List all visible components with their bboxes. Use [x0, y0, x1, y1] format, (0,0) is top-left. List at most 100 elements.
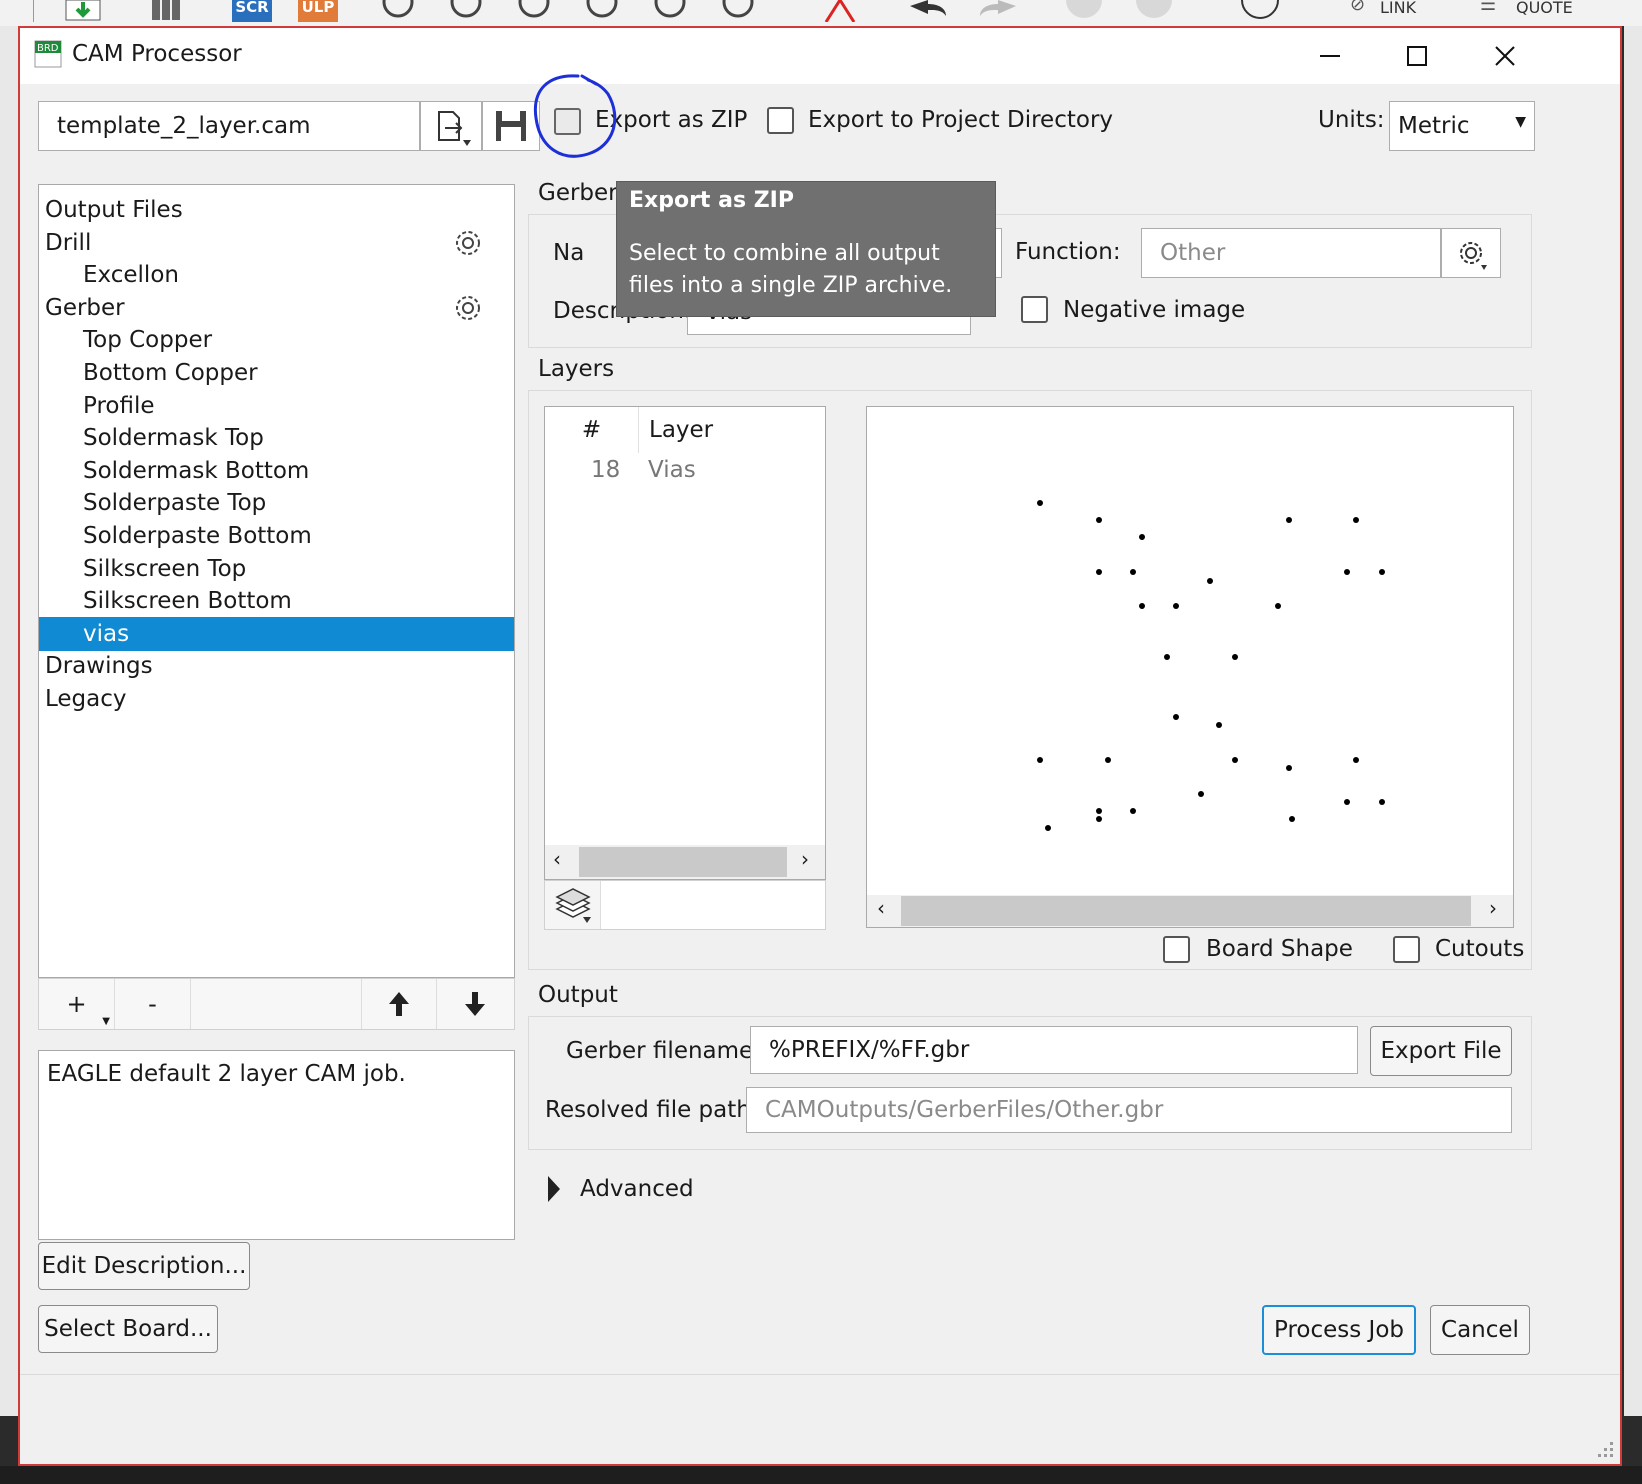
- tree-item[interactable]: Profile: [39, 389, 514, 423]
- preview-horizontal-scrollbar[interactable]: ‹ ›: [867, 895, 1513, 927]
- layer-name: Vias: [648, 457, 696, 483]
- resolved-path-label: Resolved file path:: [545, 1097, 759, 1123]
- via-dot: [1353, 757, 1359, 763]
- minimize-button[interactable]: [1307, 36, 1353, 76]
- board-shape-checkbox[interactable]: [1163, 936, 1190, 963]
- gear-icon[interactable]: [452, 227, 484, 259]
- tree-item[interactable]: Top Copper: [39, 323, 514, 357]
- layer-select-button[interactable]: [545, 881, 601, 929]
- layers-stack-icon: [554, 888, 591, 923]
- tree-item[interactable]: Solderpaste Bottom: [39, 519, 514, 553]
- tree-item[interactable]: Drawings: [39, 649, 514, 683]
- tree-item-label: Excellon: [83, 262, 179, 289]
- arrow-up-icon: [389, 992, 409, 1016]
- export-file-button[interactable]: Export File: [1370, 1026, 1512, 1076]
- scr-icon: SCR: [232, 0, 272, 22]
- via-dot: [1379, 569, 1385, 575]
- status-bar-divider: [20, 1374, 1620, 1375]
- tree-item-label: Drill: [45, 229, 92, 256]
- scrollbar-thumb[interactable]: [901, 896, 1471, 926]
- job-file-field[interactable]: template_2_layer.cam: [38, 101, 420, 151]
- via-dot: [1344, 799, 1350, 805]
- via-dot: [1232, 757, 1238, 763]
- layers-column-layer[interactable]: Layer: [649, 417, 713, 443]
- via-dot: [1096, 569, 1102, 575]
- tree-item[interactable]: Soldermask Top: [39, 421, 514, 455]
- background-right-edge: [1624, 26, 1642, 1416]
- layers-table[interactable]: # Layer 18 Vias ‹ ›: [544, 406, 826, 880]
- tree-item[interactable]: Silkscreen Top: [39, 552, 514, 586]
- go-icon: [1134, 0, 1174, 22]
- tree-item[interactable]: Excellon: [39, 258, 514, 292]
- table-row[interactable]: 18 Vias: [545, 453, 825, 493]
- move-up-button[interactable]: [361, 979, 437, 1029]
- tree-item-label: Bottom Copper: [83, 360, 258, 386]
- resize-grip-icon[interactable]: [1596, 1440, 1616, 1460]
- link-label: LINK: [1380, 0, 1417, 17]
- title-bar[interactable]: BRD CAM Processor: [20, 28, 1620, 84]
- gear-icon[interactable]: [452, 292, 484, 324]
- scroll-left-icon[interactable]: ‹: [553, 847, 561, 871]
- tree-item[interactable]: Output Files: [39, 193, 514, 227]
- select-board-button[interactable]: Select Board...: [38, 1305, 218, 1353]
- negative-image-label: Negative image: [1063, 297, 1246, 323]
- tree-item[interactable]: vias: [39, 616, 514, 651]
- via-dot: [1289, 816, 1295, 822]
- via-dot: [1037, 757, 1043, 763]
- scrollbar-thumb[interactable]: [579, 847, 787, 877]
- via-dot: [1286, 517, 1292, 523]
- tree-item[interactable]: Solderpaste Top: [39, 486, 514, 520]
- tree-item[interactable]: Drill: [39, 226, 514, 260]
- maximize-button[interactable]: [1394, 36, 1440, 76]
- via-dot: [1379, 799, 1385, 805]
- output-files-tree[interactable]: Output Files Drill Excellon Gerber Top Coppe…: [38, 184, 515, 978]
- remove-output-button[interactable]: -: [115, 979, 191, 1029]
- process-job-button[interactable]: Process Job: [1262, 1305, 1416, 1355]
- quote-icon: ☰ QUOTE: [1480, 0, 1573, 17]
- function-select[interactable]: Other: [1141, 228, 1441, 278]
- scroll-right-icon[interactable]: ›: [801, 847, 809, 871]
- move-down-button[interactable]: [437, 979, 513, 1029]
- output-section-label: Output: [538, 982, 618, 1008]
- layers-column-number[interactable]: #: [545, 407, 639, 453]
- edit-description-button[interactable]: Edit Description...: [38, 1242, 250, 1290]
- job-description-text: EAGLE default 2 layer CAM job.: [47, 1061, 406, 1087]
- scroll-left-icon[interactable]: ‹: [877, 896, 885, 920]
- gerber-filename-label: Gerber filename:: [566, 1038, 761, 1064]
- tree-item[interactable]: Bottom Copper: [39, 356, 514, 390]
- add-output-button[interactable]: + ▼: [39, 979, 115, 1029]
- advanced-expander[interactable]: [546, 1176, 562, 1208]
- layer-preview[interactable]: ‹ ›: [866, 406, 1514, 928]
- cancel-button[interactable]: Cancel: [1430, 1305, 1530, 1355]
- units-value: Metric: [1398, 113, 1470, 139]
- advanced-label[interactable]: Advanced: [580, 1176, 694, 1202]
- tree-item[interactable]: Silkscreen Bottom: [39, 584, 514, 618]
- open-job-button[interactable]: [420, 101, 482, 151]
- layers-horizontal-scrollbar[interactable]: ‹ ›: [545, 845, 825, 879]
- tree-item[interactable]: Gerber: [39, 291, 514, 325]
- tree-item-label: Output Files: [45, 197, 183, 223]
- ulp-icon: ULP: [298, 0, 338, 22]
- export-project-dir-checkbox[interactable]: [767, 107, 794, 134]
- tree-item[interactable]: Soldermask Bottom: [39, 454, 514, 488]
- negative-image-checkbox[interactable]: [1021, 296, 1048, 323]
- arrow-down-icon: [465, 992, 485, 1016]
- cutouts-checkbox[interactable]: [1393, 936, 1420, 963]
- via-dot: [1130, 808, 1136, 814]
- cam-processor-window: BRD CAM Processor template_2_layer.cam E…: [18, 26, 1622, 1466]
- units-select[interactable]: Metric ▼: [1389, 101, 1535, 151]
- via-dot: [1286, 765, 1292, 771]
- minimize-icon: [1320, 55, 1340, 57]
- tree-toolbar: + ▼ -: [38, 978, 515, 1030]
- gerber-filename-field[interactable]: %PREFIX/%FF.gbr: [750, 1026, 1358, 1074]
- scroll-right-icon[interactable]: ›: [1489, 896, 1497, 920]
- function-label: Function:: [1015, 239, 1121, 265]
- via-dot: [1353, 517, 1359, 523]
- tree-item-label: Profile: [83, 392, 155, 419]
- close-button[interactable]: [1482, 36, 1528, 76]
- help-icon: [1240, 0, 1280, 22]
- tree-item[interactable]: Legacy: [39, 682, 514, 716]
- via-dot: [1139, 534, 1145, 540]
- function-settings-button[interactable]: [1441, 228, 1501, 278]
- dropdown-arrow-icon: ▼: [1515, 114, 1526, 130]
